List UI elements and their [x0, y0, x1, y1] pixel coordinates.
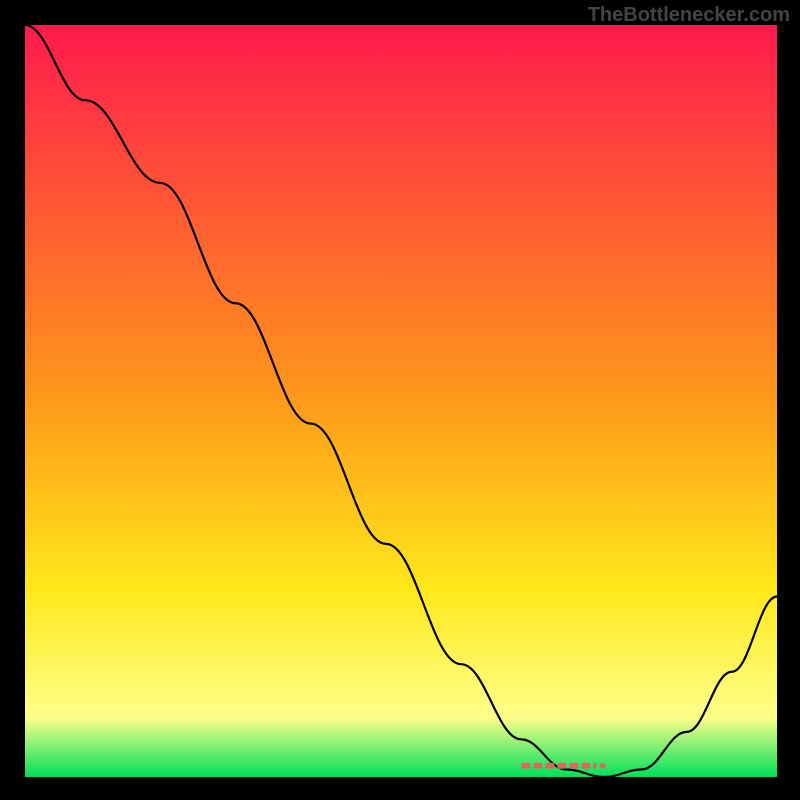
chart-svg: [25, 25, 777, 777]
chart-plot-area: [25, 25, 777, 777]
chart-background: [25, 25, 777, 777]
watermark-text: TheBottlenecker.com: [588, 4, 790, 27]
